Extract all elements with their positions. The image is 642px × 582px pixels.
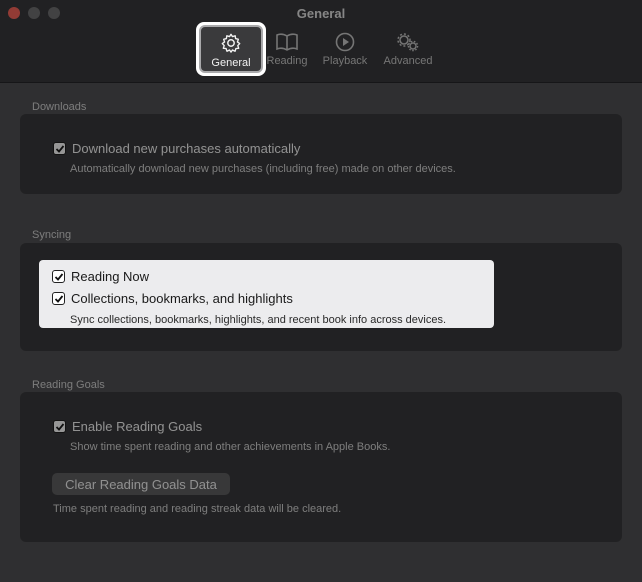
clear-data-note: Time spent reading and reading streak da… <box>53 503 342 515</box>
reading-goals-description: Show time spent reading and other achiev… <box>70 441 391 453</box>
gears-icon <box>397 33 419 52</box>
reading-goals-section-title: Reading Goals <box>32 379 105 391</box>
tab-label: General <box>211 57 251 69</box>
downloads-description: Automatically download new purchases (in… <box>70 163 456 175</box>
enable-reading-goals-checkbox[interactable]: Enable Reading Goals <box>53 419 202 434</box>
syncing-options-highlight: Reading Now Collections, bookmarks, and … <box>39 260 494 328</box>
tab-label: Playback <box>322 55 368 67</box>
tab-playback[interactable]: Playback <box>319 32 371 67</box>
tab-reading[interactable]: Reading <box>264 32 310 67</box>
gear-icon <box>221 33 241 53</box>
tab-general[interactable]: General <box>196 22 266 76</box>
clear-reading-goals-button[interactable]: Clear Reading Goals Data <box>52 473 230 495</box>
window-title: General <box>296 6 346 21</box>
checkbox-label: Collections, bookmarks, and highlights <box>71 291 293 306</box>
download-purchases-checkbox[interactable]: Download new purchases automatically <box>53 141 300 156</box>
toolbar: General Reading Playback Advanced <box>0 0 642 83</box>
reading-now-checkbox[interactable]: Reading Now <box>52 269 149 284</box>
preferences-window: General Reading Playback Advanced Downlo… <box>0 0 642 582</box>
play-circle-icon <box>335 32 355 52</box>
checkbox-box <box>52 292 65 305</box>
downloads-section-title: Downloads <box>32 101 87 113</box>
tab-label: Reading <box>266 55 308 67</box>
syncing-section-title: Syncing <box>32 229 72 241</box>
checkbox-box <box>53 420 66 433</box>
checkbox-label: Enable Reading Goals <box>72 419 203 434</box>
checkbox-label: Reading Now <box>71 269 150 284</box>
tab-general-inner: General <box>199 25 263 73</box>
checkbox-box <box>52 270 65 283</box>
checkbox-box <box>53 142 66 155</box>
reading-goals-panel <box>20 392 622 542</box>
collections-checkbox[interactable]: Collections, bookmarks, and highlights <box>52 291 293 306</box>
checkbox-label: Download new purchases automatically <box>72 141 301 156</box>
tab-advanced[interactable]: Advanced <box>380 32 436 67</box>
syncing-description: Sync collections, bookmarks, highlights,… <box>70 314 447 326</box>
tab-label: Advanced <box>383 55 433 67</box>
book-icon <box>276 33 298 51</box>
